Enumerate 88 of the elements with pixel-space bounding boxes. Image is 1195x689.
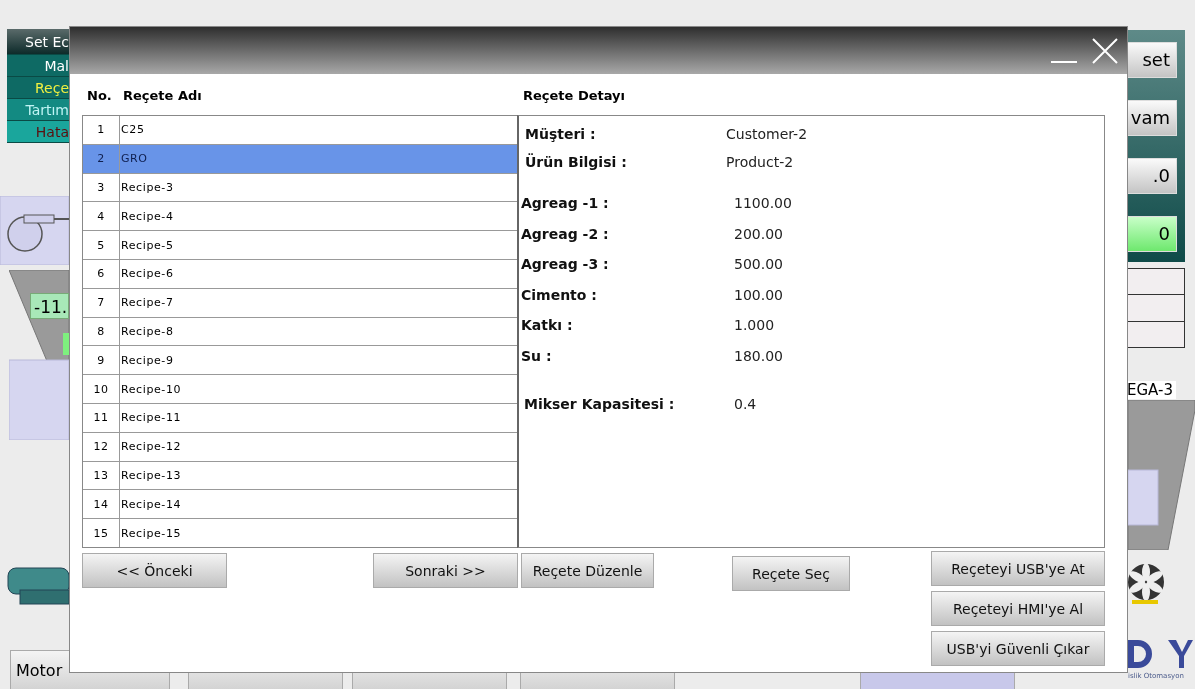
detail-label: Agreag -1 : — [521, 195, 610, 212]
recipe-name: Recipe-6 — [120, 267, 174, 281]
detail-value: 1.000 — [733, 317, 775, 334]
detail-label: Ürün Bilgisi : — [524, 154, 628, 170]
row-number: 4 — [83, 202, 120, 231]
recipe-row[interactable]: 11 Recipe-11 — [83, 403, 517, 433]
recipe-row[interactable]: 5 Recipe-5 — [83, 231, 517, 260]
close-icon[interactable] — [1091, 36, 1119, 65]
usb-button[interactable]: Reçeteyi HMI'ye Al — [931, 591, 1105, 626]
row-number: 12 — [83, 432, 120, 461]
detail-value: 500.00 — [733, 256, 783, 273]
weight-readout: -11. — [30, 293, 69, 319]
detail-value: 180.00 — [733, 347, 783, 364]
row-number: 9 — [83, 346, 120, 375]
recipe-row[interactable]: 2 GRO — [83, 144, 517, 174]
row-number: 2 — [83, 144, 120, 173]
row-number: 8 — [83, 317, 120, 346]
detail-value: 0.4 — [733, 395, 757, 412]
detail-label: Mikser Kapasitesi : — [523, 395, 676, 412]
detail-value: 100.00 — [733, 286, 783, 303]
row-number: 1 — [83, 116, 120, 144]
recipe-name: Recipe-11 — [120, 411, 182, 425]
recipe-name: Recipe-15 — [120, 526, 182, 540]
detail-label: Agreag -2 : — [521, 225, 610, 242]
detail-value: Customer-2 — [726, 126, 808, 142]
recipe-row[interactable]: 12 Recipe-12 — [83, 432, 517, 462]
menu-label: Tartım — [25, 101, 69, 118]
recipe-row[interactable]: 13 Recipe-13 — [83, 461, 517, 491]
row-number: 11 — [83, 403, 120, 432]
detail-value: Product-2 — [726, 154, 794, 170]
detail-label: Su : — [521, 347, 553, 364]
row-number: 13 — [83, 461, 120, 490]
row-number: 7 — [83, 288, 120, 317]
recipe-row[interactable]: 9 Recipe-9 — [83, 346, 517, 376]
recipe-name: Recipe-12 — [120, 440, 182, 454]
detail-value: 200.00 — [733, 225, 783, 242]
recipe-row[interactable]: 6 Recipe-6 — [83, 260, 517, 289]
fan-icon — [1126, 562, 1166, 606]
detail-label: Agreag -3 : — [521, 256, 610, 273]
edit-recipe-button[interactable]: Reçete Düzenle — [521, 553, 654, 588]
row-number: 14 — [83, 490, 120, 519]
next-button[interactable]: Sonraki >> — [373, 553, 518, 588]
menu-item[interactable]: Tartım — [7, 99, 69, 121]
detail-value: 1100.00 — [733, 195, 792, 212]
recipe-name: Recipe-8 — [120, 324, 174, 338]
recipe-row[interactable]: 15 Recipe-15 — [83, 519, 517, 547]
recipe-name: Recipe-13 — [120, 468, 182, 482]
menu-item[interactable]: Mal — [7, 55, 69, 77]
menu-label: Mal — [44, 57, 69, 74]
recipe-row[interactable]: 4 Recipe-4 — [83, 202, 517, 232]
row-number: 10 — [83, 375, 120, 403]
detail-label: Katkı : — [521, 317, 574, 334]
column-header: No. — [86, 88, 113, 103]
previous-button[interactable]: << Önceki — [82, 553, 227, 588]
menu-label: Set Ec — [25, 33, 69, 50]
usb-button[interactable]: USB'yi Güvenli Çıkar — [931, 631, 1105, 666]
recipe-row[interactable]: 8 Recipe-8 — [83, 317, 517, 347]
menu-item[interactable]: Hata — [7, 121, 69, 143]
recipe-row[interactable]: 7 Recipe-7 — [83, 288, 517, 318]
menu-label: Hata — [35, 123, 69, 140]
recipe-name: Recipe-5 — [120, 238, 174, 252]
row-number: 3 — [83, 173, 120, 202]
detail-label: Müşteri : — [524, 126, 597, 142]
recipe-name: GRO — [120, 152, 148, 166]
recipe-row[interactable]: 14 Recipe-14 — [83, 490, 517, 520]
recipe-name: Recipe-4 — [120, 209, 174, 223]
column-header: Reçete Adı — [123, 88, 203, 103]
recipe-row[interactable]: 3 Recipe-3 — [83, 173, 517, 203]
recipe-name: C25 — [120, 123, 145, 137]
recipe-name: Recipe-3 — [120, 181, 174, 194]
select-recipe-button[interactable]: Reçete Seç — [732, 556, 850, 591]
row-number: 15 — [83, 519, 120, 547]
row-number: 5 — [83, 231, 120, 259]
section-title: Reçete Detayı — [523, 88, 626, 103]
menu-item[interactable]: Set Ec — [7, 29, 69, 55]
menu-item[interactable]: Reçe — [7, 77, 69, 99]
recipe-row[interactable]: 1 C25 — [83, 116, 517, 145]
pump-icon — [0, 196, 69, 265]
recipe-name: Recipe-7 — [120, 296, 174, 310]
menu-label: Reçe — [34, 79, 69, 96]
detail-label: Cimento : — [521, 286, 598, 303]
recipe-name: Recipe-9 — [120, 353, 174, 367]
recipe-name: Recipe-14 — [120, 497, 182, 511]
recipe-name: Recipe-10 — [120, 382, 182, 396]
status-lamp — [63, 333, 69, 355]
usb-button[interactable]: Reçeteyi USB'ye At — [931, 551, 1105, 586]
row-number: 6 — [83, 260, 120, 288]
recipe-row[interactable]: 10 Recipe-10 — [83, 375, 517, 404]
